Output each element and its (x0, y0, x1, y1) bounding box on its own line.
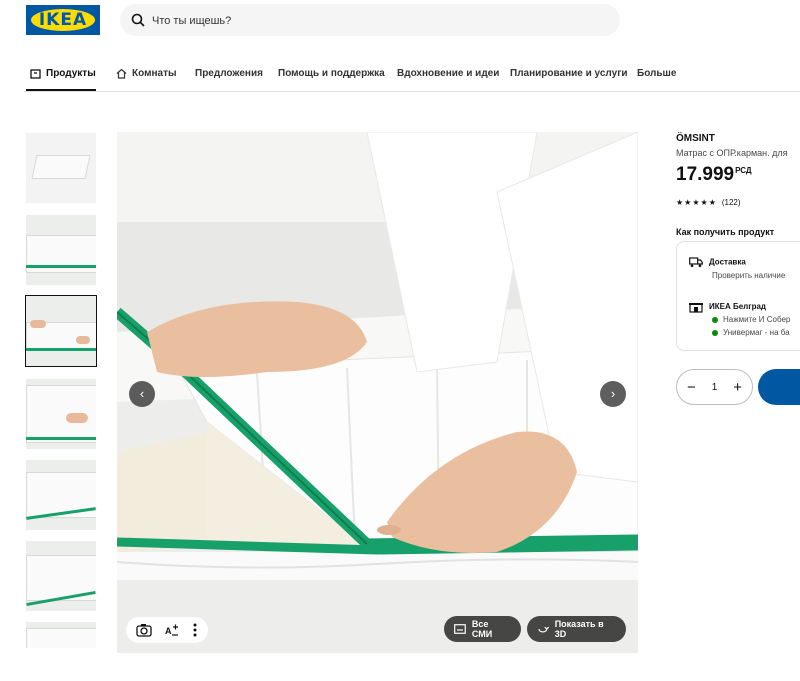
store-line-1: Нажмите И Собер (712, 315, 790, 324)
nav-label: Больше (637, 68, 677, 79)
mattress-graphic (31, 155, 91, 179)
all-media-button[interactable]: Все СМИ (444, 616, 521, 642)
plus-icon[interactable]: + (733, 379, 742, 396)
nav-item-help[interactable]: Помощь и поддержка (278, 68, 385, 79)
zipper-line (26, 437, 96, 440)
nav-label: Продукты (46, 68, 96, 79)
store-title: ИКЕА Белград (709, 302, 766, 312)
camera-icon[interactable] (136, 623, 152, 637)
main-product-image: ‹ › (117, 132, 638, 653)
quantity-value[interactable]: 1 (712, 382, 718, 393)
gallery-thumbnail-selected[interactable] (25, 295, 97, 367)
quantity-stepper: − 1 + (676, 369, 753, 405)
main-nav: Продукты Комнаты Предложения Помощь и по… (24, 62, 800, 92)
home-icon (116, 68, 127, 79)
search-input[interactable] (150, 4, 604, 38)
next-image-button[interactable]: › (600, 381, 626, 407)
truck-icon (689, 257, 703, 268)
nav-item-planning[interactable]: Планирование и услуги (510, 68, 628, 79)
price-currency: РСД (735, 165, 752, 175)
box-icon (30, 69, 41, 79)
hand-graphic (30, 320, 46, 328)
product-price: 17.999РСД (676, 164, 752, 186)
stock-dot-icon (712, 316, 718, 323)
gallery-icon (454, 624, 466, 634)
all-media-label: Все СМИ (471, 619, 493, 639)
nav-item-rooms[interactable]: Комнаты (116, 68, 177, 79)
rotate-3d-icon (538, 626, 549, 633)
show-3d-button[interactable]: Показать в 3D (527, 616, 626, 642)
product-name: ÖMSINT (676, 133, 715, 144)
how-to-get-heading: Как получить продукт (676, 227, 775, 237)
nav-label: Предложения (195, 68, 263, 79)
image-tools: A (126, 617, 208, 643)
gallery-thumbnail[interactable] (26, 541, 96, 611)
gallery-thumbnail[interactable] (26, 460, 96, 530)
chevron-right-icon: › (610, 386, 616, 401)
mattress-graphic (26, 628, 96, 648)
ar-icon[interactable]: A (164, 623, 180, 637)
nav-label: Вдохновение и идеи (397, 68, 500, 79)
svg-text:A: A (165, 626, 172, 636)
availability-box: Доставка Проверить наличие ИКЕА Белград … (676, 241, 800, 351)
search-bar[interactable] (120, 4, 620, 38)
nav-item-more[interactable]: Больше (637, 68, 676, 79)
more-icon[interactable] (192, 623, 198, 637)
zipper-line (26, 348, 96, 351)
search-icon (131, 13, 145, 27)
nav-label: Планирование и услуги (510, 68, 628, 79)
mattress-photo (117, 132, 638, 653)
hand-graphic (66, 413, 88, 423)
gallery-thumbnail[interactable] (26, 215, 96, 285)
store-line-1-text: Нажмите И Собер (723, 315, 791, 324)
nav-item-inspiration[interactable]: Вдохновение и идеи (397, 68, 499, 79)
review-count: (122) (721, 198, 741, 207)
show-3d-label: Показать в 3D (554, 619, 604, 639)
nav-item-offers[interactable]: Предложения (195, 68, 263, 79)
nav-label: Помощь и поддержка (278, 68, 385, 79)
logo-text: IKEA (38, 10, 88, 30)
minus-icon[interactable]: − (687, 379, 696, 396)
gallery-thumbnail[interactable] (26, 133, 96, 203)
gallery-thumbnail[interactable] (26, 622, 96, 648)
zipper-line (26, 265, 96, 268)
star-rating-icon: ★★★★★ (676, 198, 717, 207)
ikea-logo[interactable]: IKEA (26, 5, 100, 35)
delivery-title: Доставка (709, 257, 746, 267)
product-description: Матрас с ОПР.карман. для (676, 148, 788, 158)
nav-item-products[interactable]: Продукты (30, 68, 96, 79)
delivery-row[interactable]: Доставка (689, 257, 746, 268)
store-line-2: Универмаг - на ба (712, 328, 790, 337)
nav-label: Комнаты (132, 68, 177, 79)
stock-dot-icon (712, 329, 718, 336)
store-line-2-text: Универмаг - на ба (723, 328, 790, 337)
store-icon (689, 303, 703, 313)
store-row[interactable]: ИКЕА Белград (689, 301, 766, 313)
prev-image-button[interactable]: ‹ (129, 381, 155, 407)
add-to-cart-button[interactable] (758, 369, 800, 405)
gallery-thumbnail[interactable] (26, 379, 96, 449)
nav-divider (24, 91, 800, 92)
price-value: 17.999 (676, 164, 735, 185)
hand-graphic (76, 336, 90, 344)
product-rating[interactable]: ★★★★★ (122) (676, 198, 741, 207)
chevron-left-icon: ‹ (139, 386, 145, 401)
delivery-sub: Проверить наличие (712, 271, 786, 280)
